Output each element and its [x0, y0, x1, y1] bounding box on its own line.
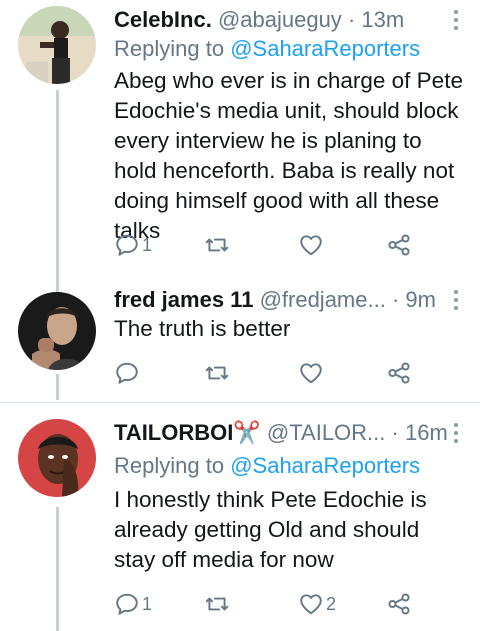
- tweet-1[interactable]: CelebInc. @abajueguy · 13m Replying to @…: [0, 0, 480, 282]
- retweet-icon: [205, 597, 229, 611]
- tweet-header: TAILORBOI✂️ @TAILOR... · 16m: [114, 417, 468, 449]
- avatar-image: [18, 292, 96, 370]
- avatar[interactable]: [18, 419, 96, 497]
- separator-dot: ·: [391, 420, 399, 445]
- reply-count: 1: [142, 593, 153, 614]
- tweet-actions: 1 2: [114, 589, 480, 619]
- separator-dot: ·: [347, 7, 356, 32]
- like-count: 2: [326, 593, 337, 614]
- reply-icon: [116, 593, 138, 615]
- tweet-actions: 1: [114, 230, 480, 260]
- reply-icon: [116, 362, 138, 384]
- share-icon: [388, 362, 410, 384]
- reply-button[interactable]: 1: [114, 589, 152, 619]
- retweet-icon: [205, 366, 229, 380]
- tweet-actions: [114, 358, 480, 388]
- user-handle[interactable]: @TAILOR...: [267, 420, 386, 445]
- tweet-text: Abeg who ever is in charge of Pete Edoch…: [114, 68, 463, 243]
- retweet-icon: [205, 238, 229, 252]
- reply-button[interactable]: 1: [114, 230, 152, 260]
- thread-line: [56, 90, 59, 282]
- retweet-button[interactable]: [204, 358, 232, 388]
- replying-to: Replying to @SaharaReporters: [114, 34, 420, 64]
- timestamp[interactable]: 16m: [405, 420, 448, 445]
- more-icon[interactable]: [452, 8, 460, 32]
- reply-button[interactable]: [114, 358, 142, 388]
- scissors-emoji: ✂️: [233, 420, 261, 445]
- retweet-button[interactable]: [204, 589, 232, 619]
- reply-icon: [116, 234, 138, 256]
- user-handle[interactable]: @fredjame...: [260, 287, 386, 312]
- like-icon: [300, 594, 322, 615]
- timestamp[interactable]: 13m: [361, 7, 404, 32]
- avatar-image: [18, 6, 96, 84]
- more-icon[interactable]: [452, 421, 460, 445]
- mention-link[interactable]: @SaharaReporters: [230, 453, 420, 478]
- tweet-header: fred james 11 @fredjame... · 9m: [114, 284, 468, 316]
- reply-count: 1: [142, 234, 153, 255]
- like-button[interactable]: [298, 358, 326, 388]
- display-name[interactable]: fred james 11: [114, 287, 253, 312]
- avatar[interactable]: [18, 6, 96, 84]
- display-name[interactable]: CelebInc.: [114, 7, 212, 32]
- avatar[interactable]: [18, 292, 96, 370]
- user-handle[interactable]: @abajueguy: [218, 7, 342, 32]
- tweet-3[interactable]: TAILORBOI✂️ @TAILOR... · 16m Replying to…: [0, 403, 480, 631]
- tweet-header: CelebInc. @abajueguy · 13m: [114, 4, 468, 36]
- thread-line: [56, 507, 59, 631]
- like-icon: [300, 235, 322, 256]
- retweet-button[interactable]: [204, 230, 232, 260]
- share-button[interactable]: [386, 358, 412, 388]
- like-button[interactable]: [298, 230, 326, 260]
- thread-line: [56, 374, 59, 400]
- thread-line-top: [56, 282, 59, 292]
- share-icon: [388, 593, 410, 615]
- share-button[interactable]: [386, 230, 412, 260]
- separator-dot: ·: [391, 287, 400, 312]
- replying-to-label: Replying to: [114, 36, 225, 61]
- tweet-2[interactable]: fred james 11 @fredjame... · 9m The trut…: [0, 282, 480, 400]
- share-icon: [388, 234, 410, 256]
- avatar-image: [18, 419, 96, 497]
- share-button[interactable]: [386, 589, 412, 619]
- tweet-text: I honestly think Pete Edochie is already…: [114, 487, 427, 572]
- mention-link[interactable]: @SaharaReporters: [230, 36, 420, 61]
- tweet-text: The truth is better: [114, 316, 291, 341]
- replying-to-label: Replying to: [114, 453, 225, 478]
- like-button[interactable]: 2: [298, 589, 336, 619]
- replying-to: Replying to @SaharaReporters: [114, 451, 420, 481]
- like-icon: [300, 363, 322, 384]
- timestamp[interactable]: 9m: [405, 287, 436, 312]
- more-icon[interactable]: [452, 288, 460, 312]
- display-name[interactable]: TAILORBOI: [114, 420, 233, 445]
